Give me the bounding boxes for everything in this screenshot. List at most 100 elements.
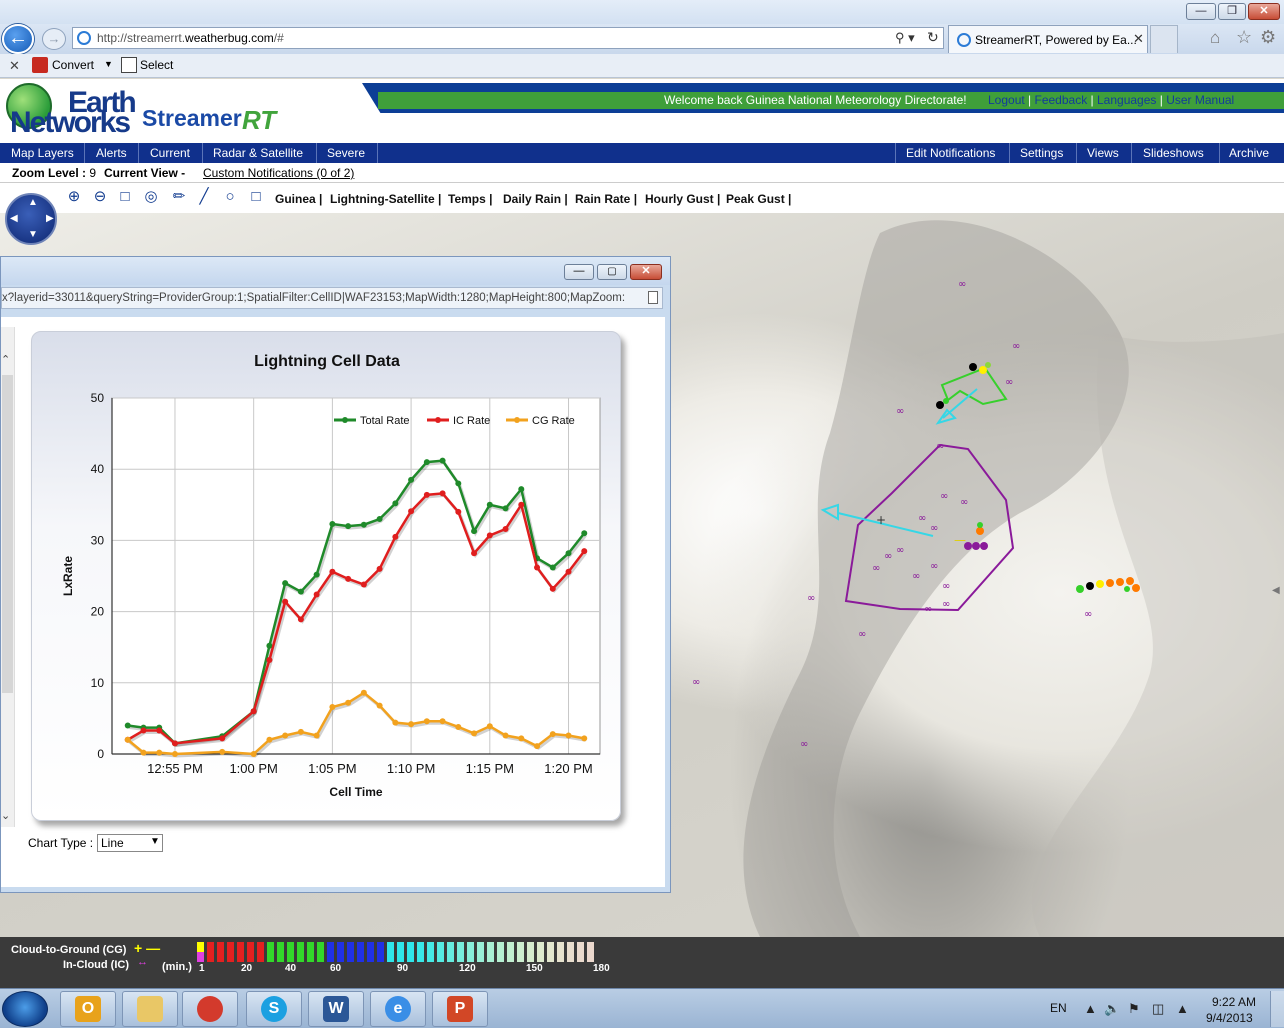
x-tick-label: 1:20 PM [544, 761, 592, 776]
convert-button[interactable]: Convert [52, 58, 94, 72]
user-manual-link[interactable]: User Manual [1166, 93, 1234, 107]
scroll-up-icon[interactable]: ⌃ [1, 353, 10, 366]
cg-legend-label: Cloud-to-Ground (CG) [11, 944, 127, 956]
refresh-icon[interactable]: ↻ [927, 29, 939, 46]
gear-icon[interactable]: ⚙ [1260, 27, 1276, 48]
custom-notifications-link[interactable]: Custom Notifications (0 of 2) [203, 166, 354, 180]
popup-minimize-button[interactable]: — [564, 264, 594, 280]
show-desktop-button[interactable] [1270, 991, 1284, 1027]
clock-date[interactable]: 9/4/2013 [1206, 1011, 1253, 1025]
svg-text:∞: ∞ [896, 406, 904, 417]
layer-temps[interactable]: Temps | [448, 192, 493, 206]
url-text[interactable]: http://streamerrt.weatherbug.com/# [97, 31, 284, 45]
popup-close-button[interactable]: ✕ [630, 264, 662, 280]
popup-maximize-button[interactable]: ▢ [597, 264, 627, 280]
new-tab-button[interactable] [1150, 25, 1178, 53]
tab-close-icon[interactable]: ✕ [1133, 31, 1144, 47]
outlook-taskbar-button[interactable]: O [60, 991, 116, 1027]
close-toolbar-icon[interactable]: ✕ [9, 58, 20, 74]
restore-button[interactable]: ❐ [1218, 3, 1246, 20]
collapse-arrow-icon[interactable]: ◀ [1272, 585, 1280, 596]
home-icon[interactable]: ⌂ [1210, 28, 1220, 48]
nav-settings[interactable]: Settings [1020, 146, 1063, 160]
powerpoint-taskbar-button[interactable]: P [432, 991, 488, 1027]
explorer-taskbar-button[interactable] [122, 991, 178, 1027]
languages-link[interactable]: Languages [1097, 93, 1156, 107]
page-icon [648, 291, 658, 304]
map-pan-compass[interactable]: ▲ ▼ ◀ ▶ [5, 193, 57, 245]
draw-rectangle-icon[interactable]: □ [247, 188, 265, 206]
nav-current[interactable]: Current [150, 146, 190, 160]
feedback-link[interactable]: Feedback [1035, 93, 1088, 107]
zoom-out-icon[interactable]: ⊖ [91, 188, 109, 206]
ie-taskbar-button[interactable]: e [370, 991, 426, 1027]
popup-address-bar[interactable]: x?layerid=33011&queryString=ProviderGrou… [1, 287, 663, 309]
logout-link[interactable]: Logout [988, 93, 1025, 107]
select-icon [121, 57, 137, 73]
data-point [455, 508, 462, 515]
select-button[interactable]: Select [140, 58, 173, 72]
data-point [250, 708, 257, 715]
pan-down-icon[interactable]: ▼ [28, 229, 38, 240]
scroll-thumb[interactable] [2, 375, 13, 693]
forward-button[interactable]: → [42, 28, 66, 50]
draw-line-icon[interactable]: ╱ [195, 188, 213, 206]
nav-slideshows[interactable]: Slideshows [1143, 146, 1204, 160]
language-indicator[interactable]: EN [1050, 1001, 1067, 1015]
power-icon[interactable]: ◫ [1152, 1001, 1164, 1017]
ruler-icon[interactable]: ✏ [170, 188, 188, 206]
nav-radar-satellite[interactable]: Radar & Satellite [213, 146, 303, 160]
welcome-message: Welcome back Guinea National Meteorology… [664, 93, 967, 107]
layer-rain-rate[interactable]: Rain Rate | [575, 192, 637, 206]
layer-daily-rain[interactable]: Daily Rain | [503, 192, 568, 206]
search-icon[interactable]: ⚲ ▾ [895, 30, 915, 46]
age-color-swatch [317, 942, 324, 962]
chevron-down-icon[interactable]: ▼ [104, 59, 113, 69]
close-button[interactable]: ✕ [1248, 3, 1280, 20]
back-button[interactable]: ← [2, 24, 34, 54]
minimize-icon: — [1195, 5, 1207, 17]
zoom-in-icon[interactable]: ⊕ [65, 188, 83, 206]
zoom-box-icon[interactable]: □ [116, 188, 134, 206]
age-color-swatch [507, 942, 514, 962]
network-signal-icon[interactable]: ▲ [1176, 1001, 1189, 1016]
volume-icon[interactable]: 🔈 [1104, 1001, 1120, 1017]
chart-type-select[interactable]: Line ▼ [97, 834, 163, 852]
layer-guinea[interactable]: Guinea | [275, 192, 322, 206]
address-bar[interactable]: http://streamerrt.weatherbug.com/# ⚲ ▾ ↻ [72, 27, 944, 49]
nav-edit-notifications[interactable]: Edit Notifications [906, 146, 995, 160]
nav-views[interactable]: Views [1087, 146, 1119, 160]
nav-severe[interactable]: Severe [327, 146, 365, 160]
popup-scrollbar[interactable]: ⌃ ⌄ [1, 327, 15, 827]
clock-time[interactable]: 9:22 AM [1212, 995, 1256, 1009]
popup-titlebar[interactable]: — ▢ ✕ [1, 257, 670, 285]
legend-marker [435, 417, 441, 423]
nav-map-layers[interactable]: Map Layers [11, 146, 74, 160]
layer-hourly-gust[interactable]: Hourly Gust | [645, 192, 720, 206]
action-center-flag-icon[interactable]: ⚑ [1128, 1001, 1140, 1017]
globe-view-icon[interactable]: ◎ [142, 188, 160, 206]
skype-taskbar-button[interactable]: S [246, 991, 302, 1027]
show-hidden-icons-icon[interactable]: ▲ [1084, 1001, 1097, 1016]
pan-up-icon[interactable]: ▲ [28, 197, 38, 208]
chrome-taskbar-button[interactable] [182, 991, 238, 1027]
current-view-label: Current View - [104, 166, 186, 180]
nav-alerts[interactable]: Alerts [96, 146, 127, 160]
nav-archive[interactable]: Archive [1229, 146, 1269, 160]
x-axis-label: Cell Time [329, 785, 382, 799]
y-tick-label: 50 [91, 391, 105, 405]
pan-right-icon[interactable]: ▶ [46, 213, 54, 224]
layer-peak-gust[interactable]: Peak Gust | [726, 192, 791, 206]
pan-left-icon[interactable]: ◀ [10, 213, 18, 224]
age-color-swatch [337, 942, 344, 962]
layer-lightning-satellite[interactable]: Lightning-Satellite | [330, 192, 441, 206]
scroll-down-icon[interactable]: ⌄ [1, 809, 10, 822]
url-suffix: /# [273, 31, 284, 45]
word-taskbar-button[interactable]: W [308, 991, 364, 1027]
minimize-button[interactable]: — [1186, 3, 1216, 20]
draw-circle-icon[interactable]: ○ [221, 188, 239, 206]
data-point [376, 516, 383, 523]
tab-streamerrt[interactable]: StreamerRT, Powered by Ea... ✕ [948, 25, 1148, 53]
start-button[interactable] [2, 991, 48, 1027]
favorites-star-icon[interactable]: ☆ [1236, 27, 1252, 48]
